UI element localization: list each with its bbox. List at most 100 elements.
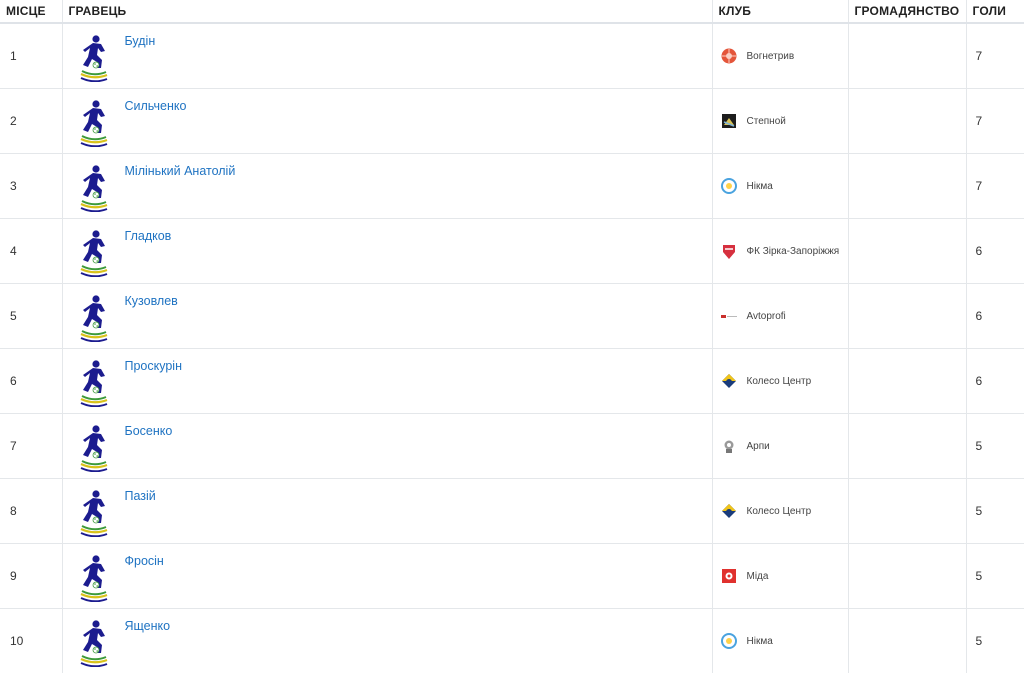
player-name-link[interactable]: Гладков [125, 229, 172, 243]
player-name-link[interactable]: Фросін [125, 554, 164, 568]
zirka-logo-icon[interactable] [721, 243, 737, 259]
citizenship-cell [847, 153, 966, 219]
nikma-logo-icon[interactable] [720, 633, 737, 649]
mida-logo-icon[interactable] [721, 568, 737, 584]
table-row: 8 Пазій Колесо Центр 5 [0, 478, 1024, 544]
player-cell: Гладков [61, 218, 712, 284]
koleso-logo-icon[interactable] [721, 373, 737, 389]
club-cell: Avtoprofi [711, 283, 848, 349]
goals-cell: 5 [965, 608, 1024, 673]
player-cell: Сильченко [61, 88, 712, 154]
goals-cell: 6 [965, 283, 1024, 349]
goals-cell: 7 [965, 23, 1024, 89]
goals-cell: 5 [965, 478, 1024, 544]
koleso-logo-icon[interactable] [721, 503, 737, 519]
place-cell: 6 [0, 348, 62, 414]
table-row: 10 Ященко Нікма 5 [0, 608, 1024, 673]
place-cell: 4 [0, 218, 62, 284]
player-avatar-icon[interactable] [79, 554, 109, 602]
arpy-logo-icon[interactable] [721, 438, 737, 454]
goals-cell: 7 [965, 153, 1024, 219]
player-avatar-icon[interactable] [79, 34, 109, 82]
header-player[interactable]: ГРАВЕЦЬ [61, 0, 712, 24]
goals-cell: 6 [965, 348, 1024, 414]
citizenship-cell [847, 348, 966, 414]
club-cell: ФК Зірка-Запоріжжя [711, 218, 848, 284]
club-name[interactable]: Міда [747, 571, 769, 582]
goals-cell: 5 [965, 413, 1024, 479]
club-name[interactable]: Вогнетрив [747, 51, 795, 62]
club-name[interactable]: Колесо Центр [747, 506, 812, 517]
header-place[interactable]: МІСЦЕ [0, 0, 62, 24]
scorers-table: МІСЦЕ ГРАВЕЦЬ КЛУБ ГРОМАДЯНСТВО ГОЛИ 1 Бу… [0, 0, 1024, 673]
club-name[interactable]: Арпи [747, 441, 770, 452]
player-cell: Кузовлев [61, 283, 712, 349]
club-cell: Колесо Центр [711, 348, 848, 414]
table-row: 9 Фросін Міда 5 [0, 543, 1024, 609]
club-name[interactable]: Колесо Центр [747, 376, 812, 387]
table-row: 3 Мілінький Анатолій Нікма 7 [0, 153, 1024, 219]
player-avatar-icon[interactable] [79, 229, 109, 277]
player-cell: Фросін [61, 543, 712, 609]
citizenship-cell [847, 478, 966, 544]
player-name-link[interactable]: Проскурін [125, 359, 183, 373]
table-row: 5 Кузовлев Avtoprofi 6 [0, 283, 1024, 349]
goals-cell: 6 [965, 218, 1024, 284]
club-name[interactable]: Нікма [747, 181, 773, 192]
goals-cell: 5 [965, 543, 1024, 609]
player-avatar-icon[interactable] [79, 619, 109, 667]
player-name-link[interactable]: Ященко [125, 619, 171, 633]
nikma-logo-icon[interactable] [720, 178, 737, 194]
table-row: 7 Босенко Арпи 5 [0, 413, 1024, 479]
player-cell: Будін [61, 23, 712, 89]
player-name-link[interactable]: Мілінький Анатолій [125, 164, 236, 178]
citizenship-cell [847, 218, 966, 284]
header-club[interactable]: КЛУБ [711, 0, 848, 24]
table-row: 4 Гладков ФК Зірка-Запоріжжя 6 [0, 218, 1024, 284]
player-cell: Пазій [61, 478, 712, 544]
player-avatar-icon[interactable] [79, 294, 109, 342]
player-name-link[interactable]: Босенко [125, 424, 173, 438]
club-cell: Колесо Центр [711, 478, 848, 544]
club-name[interactable]: Avtoprofi [747, 311, 786, 322]
player-avatar-icon[interactable] [79, 99, 109, 147]
club-cell: Нікма [711, 608, 848, 673]
goals-cell: 7 [965, 88, 1024, 154]
citizenship-cell [847, 608, 966, 673]
stepnoi-logo-icon[interactable] [721, 113, 737, 129]
player-name-link[interactable]: Кузовлев [125, 294, 178, 308]
club-cell: Степной [711, 88, 848, 154]
club-name[interactable]: Степной [747, 116, 786, 127]
player-cell: Мілінький Анатолій [61, 153, 712, 219]
club-name[interactable]: ФК Зірка-Запоріжжя [747, 246, 840, 257]
table-header-row: МІСЦЕ ГРАВЕЦЬ КЛУБ ГРОМАДЯНСТВО ГОЛИ [0, 0, 1024, 24]
player-cell: Проскурін [61, 348, 712, 414]
citizenship-cell [847, 283, 966, 349]
club-name[interactable]: Нікма [747, 636, 773, 647]
citizenship-cell [847, 413, 966, 479]
place-cell: 9 [0, 543, 62, 609]
header-goals[interactable]: ГОЛИ [965, 0, 1024, 24]
avtoprofi-logo-icon[interactable] [720, 308, 737, 324]
place-cell: 7 [0, 413, 62, 479]
table-row: 2 Сильченко Степной 7 [0, 88, 1024, 154]
player-avatar-icon[interactable] [79, 359, 109, 407]
player-name-link[interactable]: Будін [125, 34, 156, 48]
club-cell: Міда [711, 543, 848, 609]
player-cell: Ященко [61, 608, 712, 673]
club-cell: Вогнетрив [711, 23, 848, 89]
player-avatar-icon[interactable] [79, 424, 109, 472]
club-cell: Нікма [711, 153, 848, 219]
citizenship-cell [847, 88, 966, 154]
player-avatar-icon[interactable] [79, 164, 109, 212]
place-cell: 1 [10, 49, 17, 63]
player-name-link[interactable]: Пазій [125, 489, 156, 503]
place-cell: 8 [0, 478, 62, 544]
place-cell: 5 [0, 283, 62, 349]
header-citizenship[interactable]: ГРОМАДЯНСТВО [847, 0, 966, 24]
player-name-link[interactable]: Сильченко [125, 99, 187, 113]
vohnetryv-logo-icon[interactable] [721, 48, 737, 64]
citizenship-cell [847, 543, 966, 609]
table-row: 1 Будін Вогнетрив 7 [0, 23, 1024, 89]
player-avatar-icon[interactable] [79, 489, 109, 537]
